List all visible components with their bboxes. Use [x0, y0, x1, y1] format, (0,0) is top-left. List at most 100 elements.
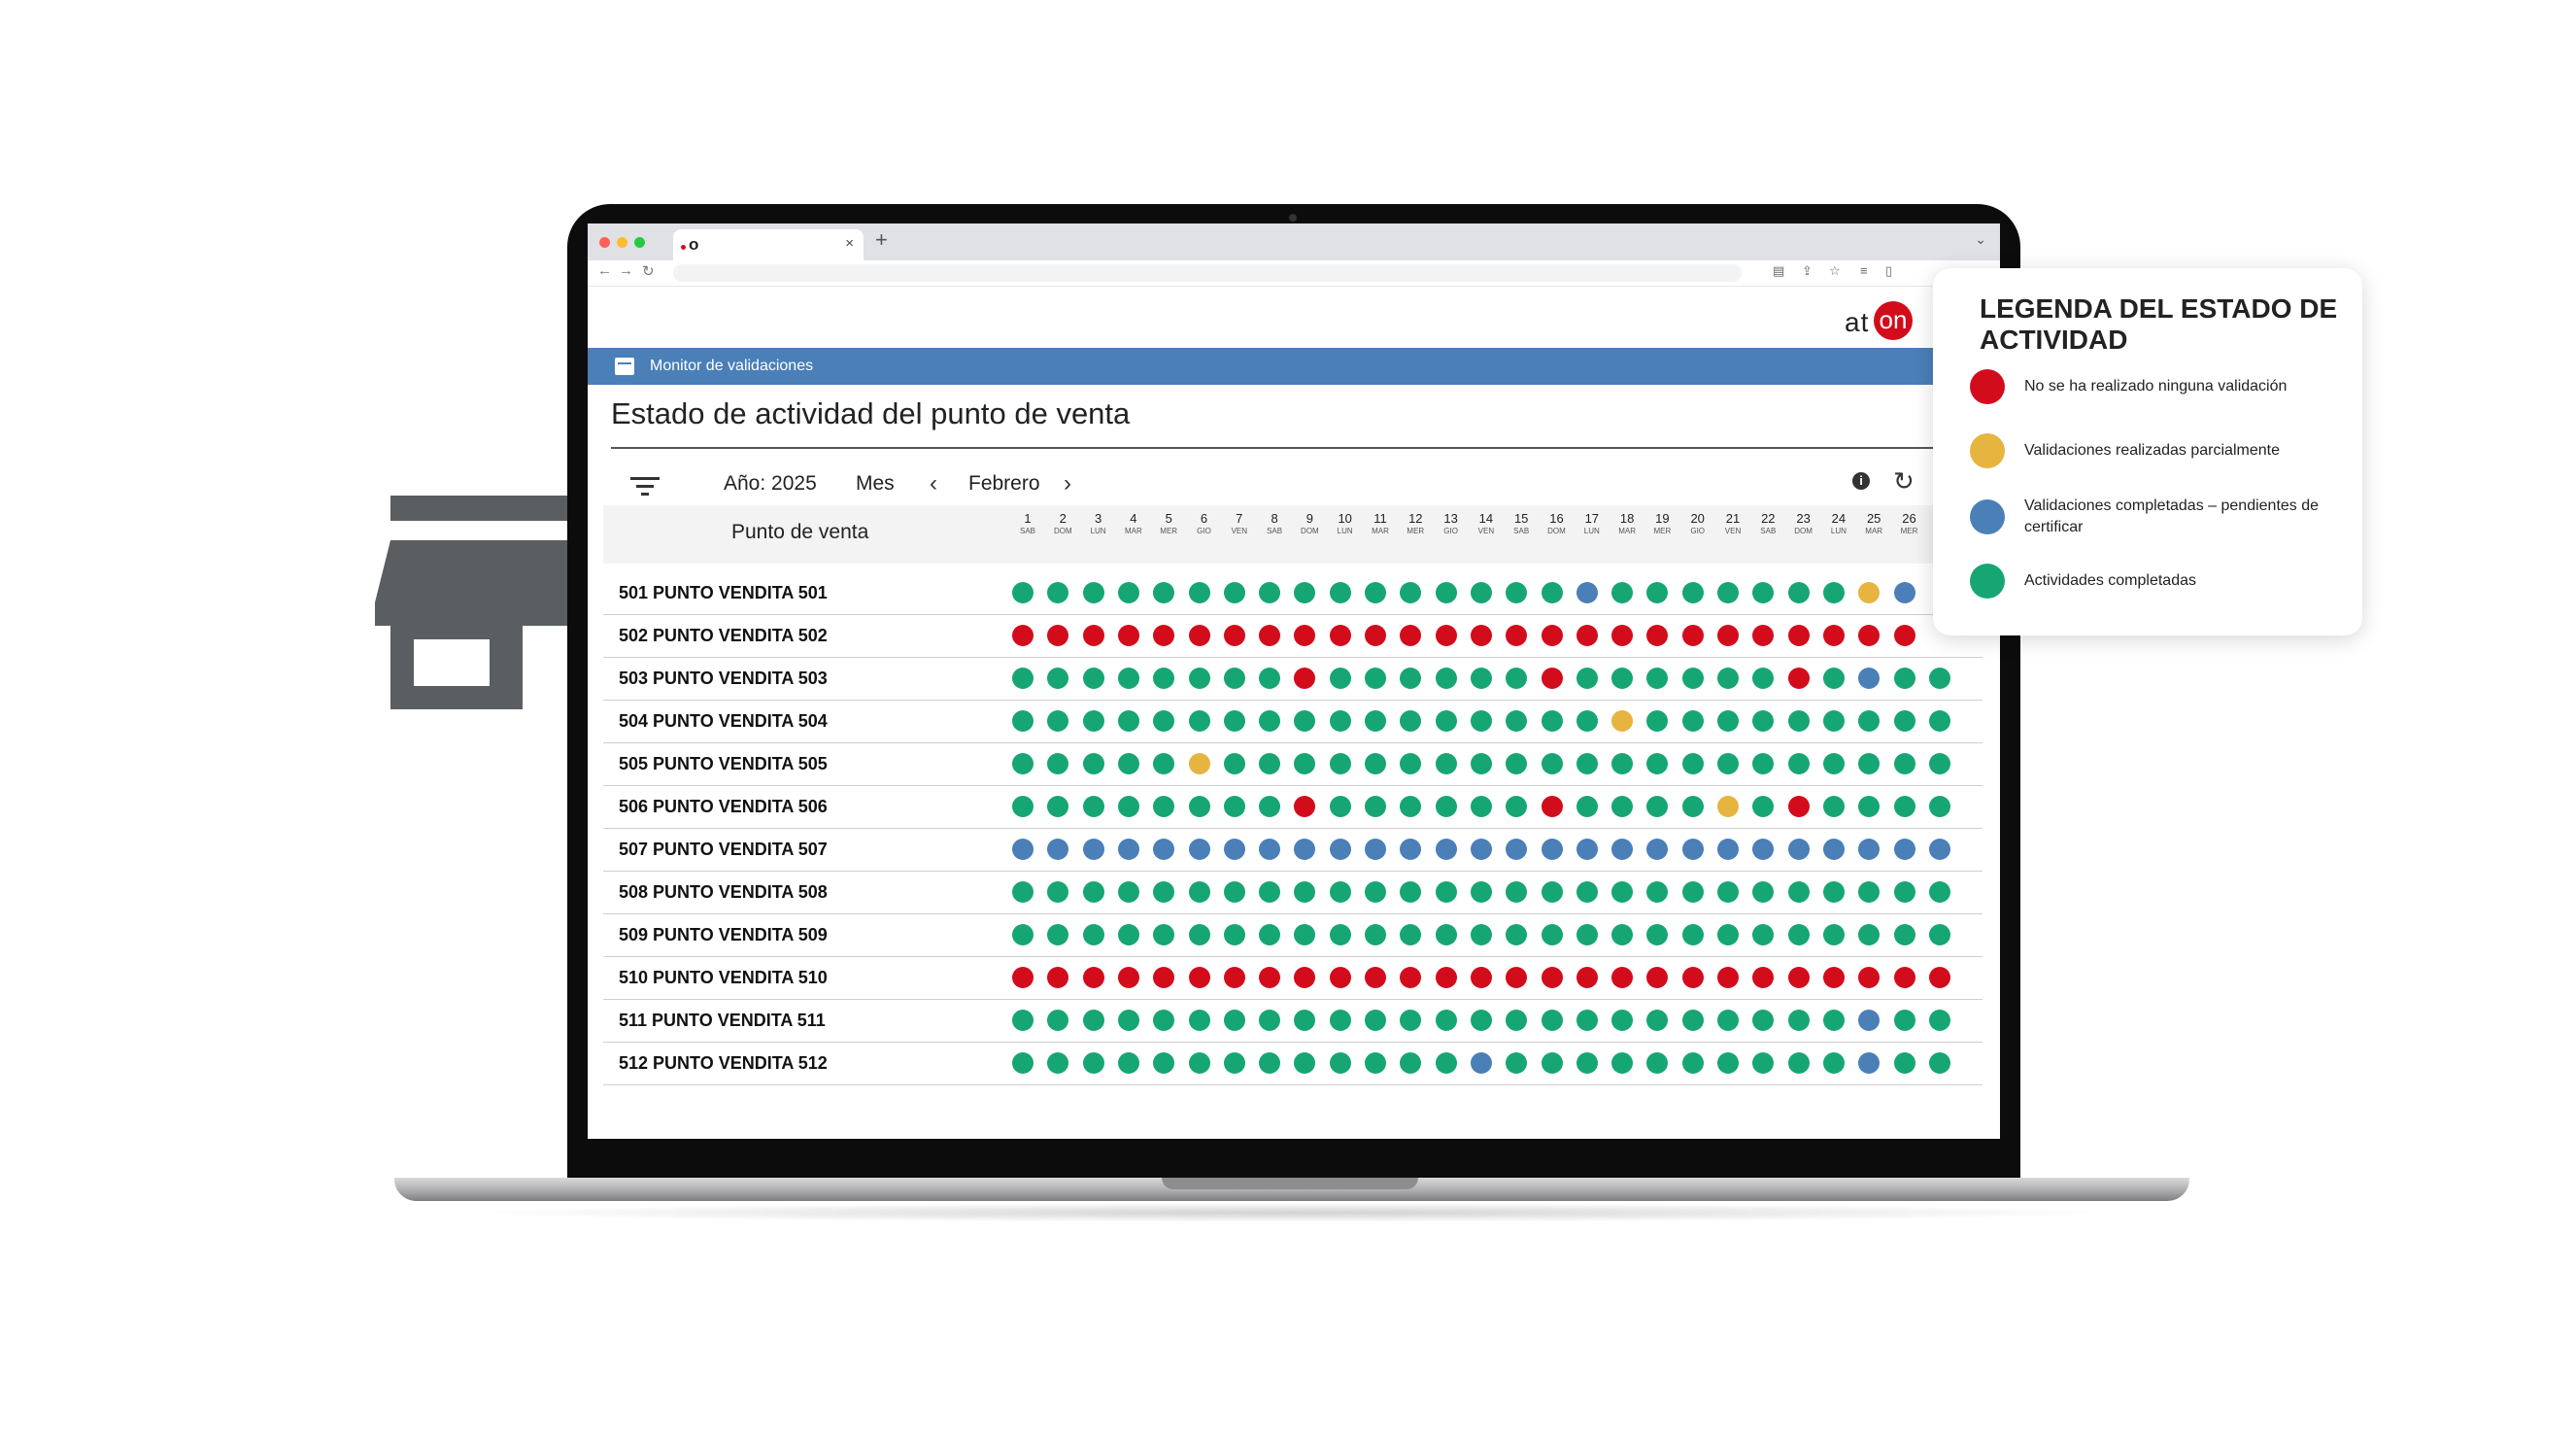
- status-dot[interactable]: [1047, 1010, 1069, 1031]
- status-dot[interactable]: [1752, 924, 1775, 945]
- status-dot[interactable]: [1329, 582, 1351, 603]
- status-dot[interactable]: [1646, 1052, 1669, 1074]
- status-dot[interactable]: [1541, 881, 1563, 903]
- status-dot[interactable]: [1506, 668, 1528, 689]
- status-dot[interactable]: [1752, 881, 1775, 903]
- status-dot[interactable]: [1223, 796, 1245, 817]
- status-dot[interactable]: [1259, 796, 1281, 817]
- status-dot[interactable]: [1470, 924, 1492, 945]
- status-dot[interactable]: [1611, 582, 1634, 603]
- browser-tab[interactable]: o ×: [673, 229, 864, 260]
- status-dot[interactable]: [1506, 753, 1528, 774]
- status-dot[interactable]: [1858, 582, 1881, 603]
- status-dot[interactable]: [1717, 710, 1739, 732]
- status-dot[interactable]: [1082, 582, 1104, 603]
- status-dot[interactable]: [1400, 839, 1422, 860]
- status-dot[interactable]: [1822, 967, 1845, 988]
- status-dot[interactable]: [1223, 625, 1245, 646]
- tab-menu-icon[interactable]: ⌄: [1975, 231, 1986, 248]
- status-dot[interactable]: [1400, 753, 1422, 774]
- status-dot[interactable]: [1822, 924, 1845, 945]
- status-dot[interactable]: [1681, 924, 1704, 945]
- status-dot[interactable]: [1717, 582, 1739, 603]
- status-dot[interactable]: [1223, 582, 1245, 603]
- status-dot[interactable]: [1717, 796, 1739, 817]
- status-dot[interactable]: [1858, 710, 1881, 732]
- status-dot[interactable]: [1012, 668, 1034, 689]
- status-dot[interactable]: [1752, 710, 1775, 732]
- status-dot[interactable]: [1259, 1052, 1281, 1074]
- status-dot[interactable]: [1188, 924, 1210, 945]
- status-dot[interactable]: [1435, 796, 1457, 817]
- status-dot[interactable]: [1223, 1010, 1245, 1031]
- status-dot[interactable]: [1858, 881, 1881, 903]
- status-dot[interactable]: [1646, 924, 1669, 945]
- status-dot[interactable]: [1082, 753, 1104, 774]
- status-dot[interactable]: [1365, 881, 1386, 903]
- table-row[interactable]: 504 PUNTO VENDITA 504: [603, 700, 1983, 743]
- status-dot[interactable]: [1329, 1052, 1351, 1074]
- status-dot[interactable]: [1012, 839, 1034, 860]
- status-dot[interactable]: [1117, 881, 1139, 903]
- status-dot[interactable]: [1541, 924, 1563, 945]
- status-dot[interactable]: [1435, 1052, 1457, 1074]
- status-dot[interactable]: [1047, 881, 1069, 903]
- status-dot[interactable]: [1787, 1010, 1810, 1031]
- status-dot[interactable]: [1082, 924, 1104, 945]
- status-dot[interactable]: [1400, 582, 1422, 603]
- status-dot[interactable]: [1435, 582, 1457, 603]
- status-dot[interactable]: [1329, 924, 1351, 945]
- status-dot[interactable]: [1752, 796, 1775, 817]
- status-dot[interactable]: [1012, 625, 1034, 646]
- status-dot[interactable]: [1717, 753, 1739, 774]
- status-dot[interactable]: [1470, 1052, 1492, 1074]
- status-dot[interactable]: [1928, 1052, 1950, 1074]
- status-dot[interactable]: [1576, 967, 1598, 988]
- status-dot[interactable]: [1646, 881, 1669, 903]
- status-dot[interactable]: [1365, 1010, 1386, 1031]
- status-dot[interactable]: [1047, 668, 1069, 689]
- status-dot[interactable]: [1435, 839, 1457, 860]
- status-dot[interactable]: [1822, 796, 1845, 817]
- status-dot[interactable]: [1506, 710, 1528, 732]
- status-dot[interactable]: [1400, 1052, 1422, 1074]
- status-dot[interactable]: [1365, 924, 1386, 945]
- status-dot[interactable]: [1470, 967, 1492, 988]
- status-dot[interactable]: [1470, 582, 1492, 603]
- status-dot[interactable]: [1047, 796, 1069, 817]
- status-dot[interactable]: [1223, 1052, 1245, 1074]
- status-dot[interactable]: [1822, 881, 1845, 903]
- status-dot[interactable]: [1681, 796, 1704, 817]
- filter-icon[interactable]: [630, 474, 660, 497]
- status-dot[interactable]: [1858, 839, 1881, 860]
- status-dot[interactable]: [1294, 753, 1316, 774]
- status-dot[interactable]: [1858, 668, 1881, 689]
- status-dot[interactable]: [1576, 1052, 1598, 1074]
- status-dot[interactable]: [1717, 881, 1739, 903]
- status-dot[interactable]: [1681, 881, 1704, 903]
- status-dot[interactable]: [1400, 1010, 1422, 1031]
- status-dot[interactable]: [1470, 881, 1492, 903]
- status-dot[interactable]: [1822, 839, 1845, 860]
- status-dot[interactable]: [1576, 753, 1598, 774]
- status-dot[interactable]: [1681, 1052, 1704, 1074]
- status-dot[interactable]: [1858, 753, 1881, 774]
- status-dot[interactable]: [1470, 625, 1492, 646]
- status-dot[interactable]: [1012, 881, 1034, 903]
- status-dot[interactable]: [1223, 710, 1245, 732]
- status-dot[interactable]: [1047, 710, 1069, 732]
- status-dot[interactable]: [1047, 753, 1069, 774]
- status-dot[interactable]: [1259, 710, 1281, 732]
- status-dot[interactable]: [1047, 1052, 1069, 1074]
- table-row[interactable]: 503 PUNTO VENDITA 503: [603, 657, 1983, 701]
- status-dot[interactable]: [1012, 967, 1034, 988]
- status-dot[interactable]: [1541, 1052, 1563, 1074]
- status-dot[interactable]: [1576, 796, 1598, 817]
- status-dot[interactable]: [1117, 710, 1139, 732]
- tab-close-icon[interactable]: ×: [845, 235, 854, 252]
- status-dot[interactable]: [1576, 582, 1598, 603]
- status-dot[interactable]: [1259, 839, 1281, 860]
- table-row[interactable]: 507 PUNTO VENDITA 507: [603, 828, 1983, 872]
- table-row[interactable]: 505 PUNTO VENDITA 505: [603, 742, 1983, 786]
- status-dot[interactable]: [1117, 625, 1139, 646]
